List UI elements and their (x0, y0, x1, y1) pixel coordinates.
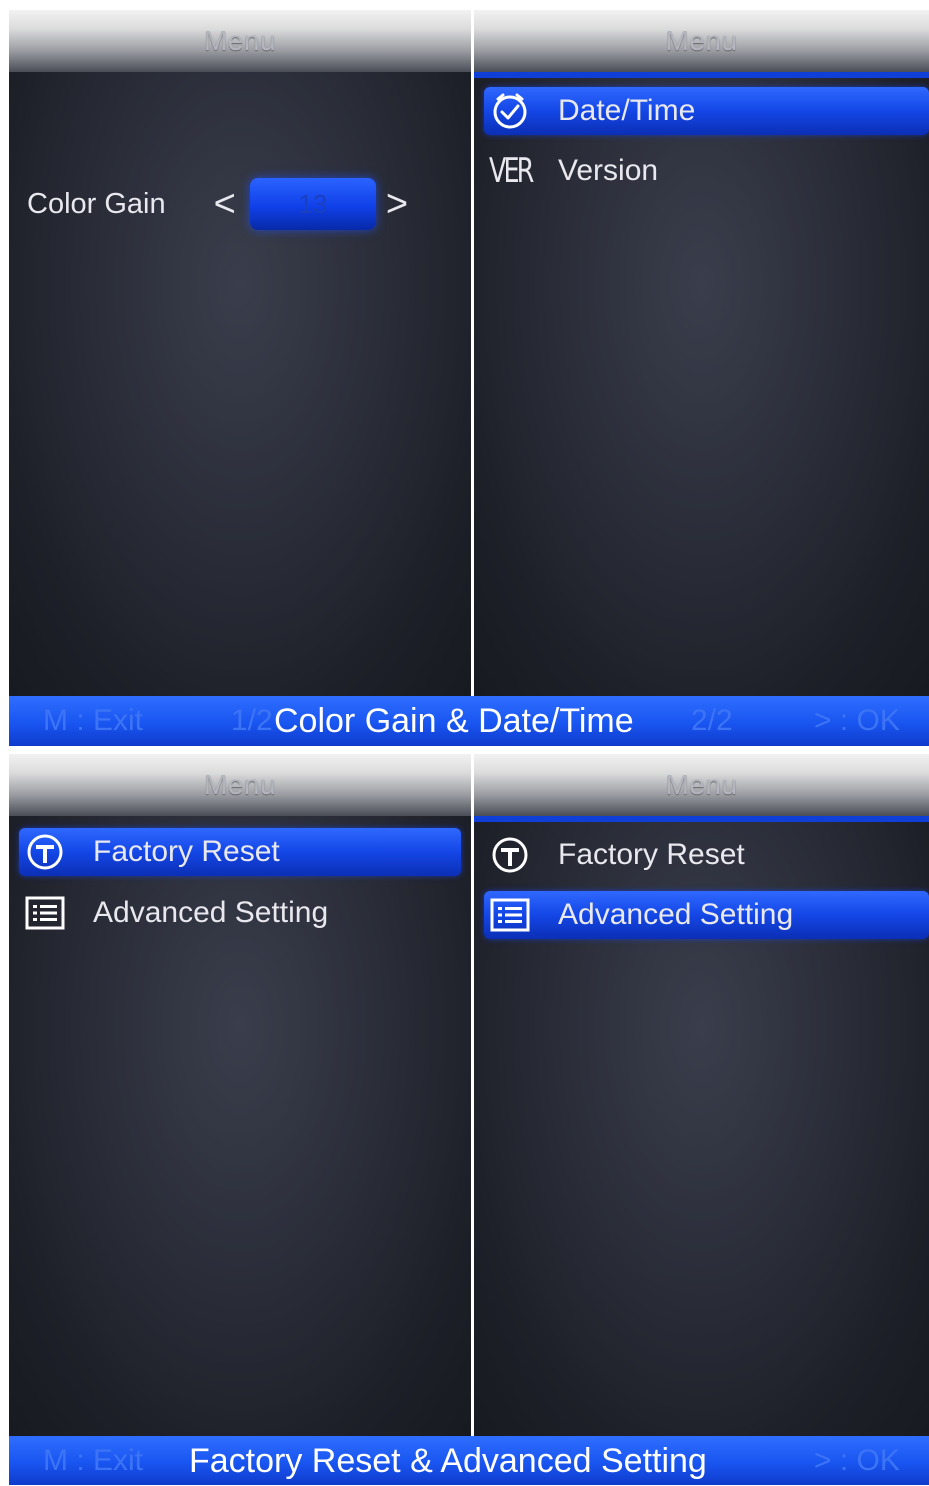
menu-item-factory-reset[interactable]: Factory Reset (19, 828, 461, 876)
menu-item-label: Advanced Setting (93, 896, 329, 929)
clock-icon (488, 89, 532, 133)
menu-panel-color-gain: Menu Color Gain < 13 > (9, 10, 471, 696)
menu-header: Menu (474, 10, 929, 72)
decrease-arrow-icon[interactable]: < (214, 183, 236, 226)
footer-bar: M : Exit 1/2 Color Gain & Date/Time 2/2 … (9, 696, 929, 746)
menu-item-advanced-setting[interactable]: Advanced Setting (484, 891, 929, 939)
menu-panel-reset-right: Menu Factory Reset Advanced Setting (474, 754, 929, 1436)
menu-header: Menu (9, 754, 471, 816)
menu-panel-system: Menu Date/Time VER Version (474, 10, 929, 696)
menu-item-label: Date/Time (558, 94, 696, 127)
exit-hint: M : Exit (43, 1444, 144, 1477)
screenshot-color-gain-date-time: Menu Color Gain < 13 > Menu Date/Time VE… (9, 10, 929, 746)
menu-item-label: Factory Reset (558, 838, 745, 871)
menu-header: Menu (474, 754, 929, 816)
menu-item-label: Advanced Setting (558, 898, 794, 931)
menu-panel-reset-left: Menu Factory Reset Advanced Setting (9, 754, 471, 1436)
hammer-icon (23, 830, 67, 874)
ok-hint: > : OK (814, 1444, 900, 1477)
screenshot-factory-reset-advanced: Menu Factory Reset Advanced Setting Menu… (9, 754, 929, 1485)
ver-icon: VER (488, 151, 534, 191)
header-divider (474, 72, 929, 78)
header-divider (474, 816, 929, 822)
page-indicator-left: 1/2 (231, 704, 273, 737)
hammer-icon (488, 833, 532, 877)
menu-item-date-time[interactable]: Date/Time (484, 87, 929, 135)
menu-item-label: Factory Reset (93, 835, 280, 868)
color-gain-value[interactable]: 13 (249, 178, 376, 230)
color-gain-row[interactable]: Color Gain < 13 > (27, 178, 408, 230)
ok-hint: > : OK (814, 704, 900, 737)
menu-item-label: Version (558, 154, 659, 187)
list-icon (488, 893, 532, 937)
menu-item-factory-reset[interactable]: Factory Reset (484, 831, 929, 879)
increase-arrow-icon[interactable]: > (386, 183, 408, 226)
color-gain-label: Color Gain (27, 187, 166, 220)
caption-title: Factory Reset & Advanced Setting (189, 1442, 707, 1480)
menu-header: Menu (9, 10, 471, 72)
menu-item-advanced-setting[interactable]: Advanced Setting (19, 889, 471, 937)
list-icon (23, 891, 67, 935)
exit-hint: M : Exit (43, 704, 144, 737)
caption-title: Color Gain & Date/Time (274, 702, 634, 740)
menu-item-version[interactable]: VER Version (484, 147, 929, 195)
footer-bar: M : Exit Factory Reset & Advanced Settin… (9, 1436, 929, 1485)
page-indicator-right: 2/2 (691, 704, 733, 737)
